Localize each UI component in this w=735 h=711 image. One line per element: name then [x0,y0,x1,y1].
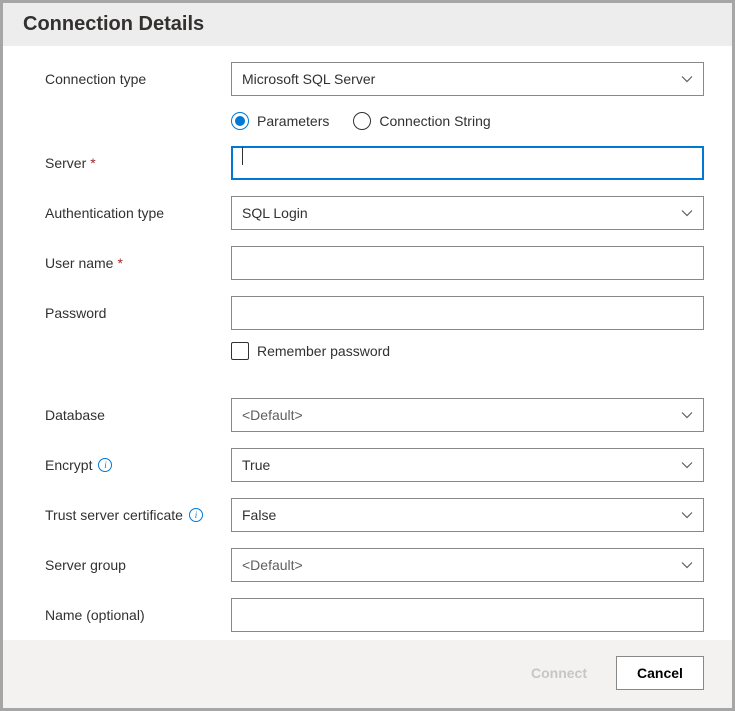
name-optional-input[interactable] [231,598,704,632]
required-indicator: * [90,155,95,171]
dialog-header: Connection Details [3,3,732,46]
name-optional-label: Name (optional) [45,607,231,623]
radio-selected-icon [231,112,249,130]
chevron-down-icon [681,459,693,471]
database-select[interactable]: <Default> [231,398,704,432]
trust-cert-label: Trust server certificate i [45,507,231,523]
auth-type-label: Authentication type [45,205,231,221]
connection-type-label: Connection type [45,71,231,87]
cancel-button[interactable]: Cancel [616,656,704,690]
chevron-down-icon [681,409,693,421]
username-label: User name * [45,255,231,271]
chevron-down-icon [681,559,693,571]
auth-type-value: SQL Login [242,205,308,221]
encrypt-value: True [242,457,270,473]
remember-password-checkbox[interactable] [231,342,249,360]
radio-unselected-icon [353,112,371,130]
database-value: <Default> [242,407,303,423]
connection-dialog: Connection Details Connection type Micro… [0,0,735,711]
connect-button[interactable]: Connect [512,656,606,690]
password-input[interactable] [231,296,704,330]
trust-cert-value: False [242,507,276,523]
chevron-down-icon [681,73,693,85]
info-icon[interactable]: i [98,458,112,472]
radio-connection-string[interactable]: Connection String [353,112,490,130]
username-input[interactable] [231,246,704,280]
connection-type-select[interactable]: Microsoft SQL Server [231,62,704,96]
required-indicator: * [117,255,122,271]
password-label: Password [45,305,231,321]
encrypt-label: Encrypt i [45,457,231,473]
dialog-footer: Connect Cancel [3,640,732,708]
chevron-down-icon [681,207,693,219]
text-caret [242,147,243,165]
remember-password-label: Remember password [257,343,390,359]
server-group-label: Server group [45,557,231,573]
server-group-select[interactable]: <Default> [231,548,704,582]
server-label: Server * [45,155,231,171]
dialog-title: Connection Details [23,13,712,36]
form-area: Connection type Microsoft SQL Server Par… [3,46,732,640]
encrypt-select[interactable]: True [231,448,704,482]
input-mode-radio-group: Parameters Connection String [231,112,704,130]
database-label: Database [45,407,231,423]
radio-parameters[interactable]: Parameters [231,112,329,130]
trust-cert-select[interactable]: False [231,498,704,532]
info-icon[interactable]: i [189,508,203,522]
chevron-down-icon [681,509,693,521]
auth-type-select[interactable]: SQL Login [231,196,704,230]
server-group-value: <Default> [242,557,303,573]
radio-parameters-label: Parameters [257,113,329,129]
connection-type-value: Microsoft SQL Server [242,71,375,87]
server-input[interactable] [231,146,704,180]
radio-connection-string-label: Connection String [379,113,490,129]
